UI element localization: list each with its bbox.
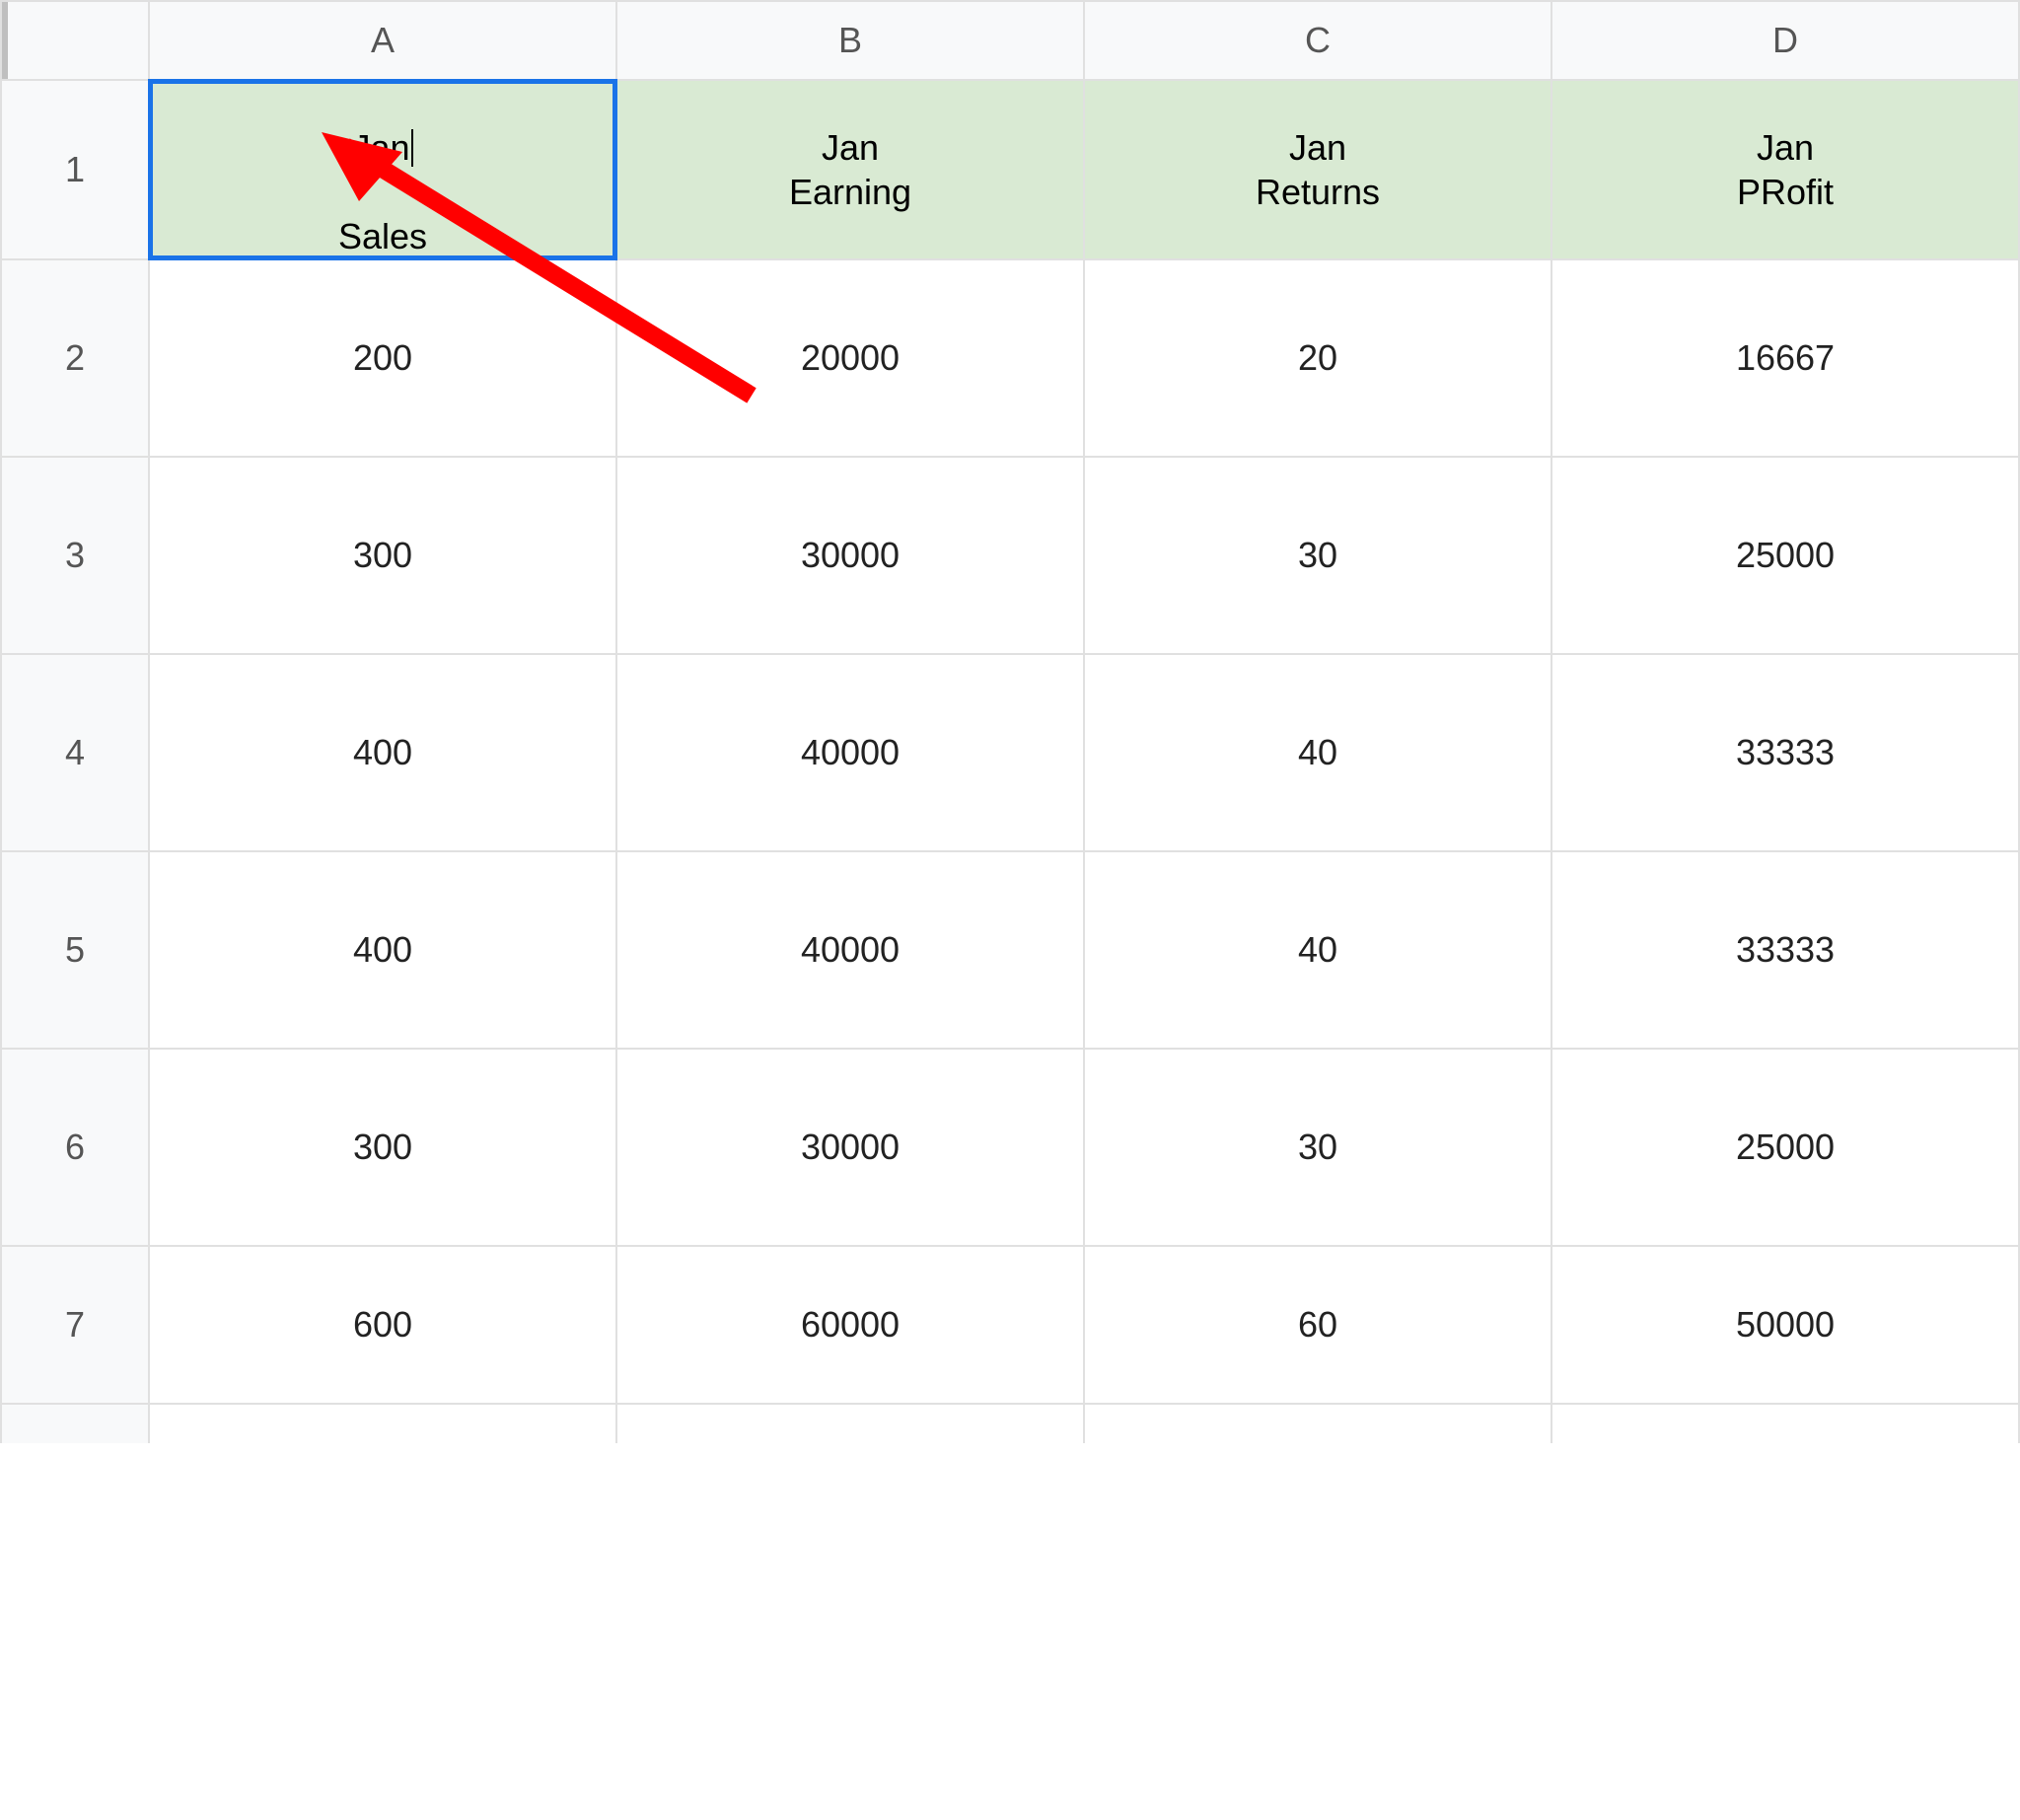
cell-A7[interactable]: 600	[149, 1246, 616, 1404]
cell-D6[interactable]: 25000	[1551, 1049, 2019, 1246]
cell-A5[interactable]: 400	[149, 851, 616, 1049]
cell-D8[interactable]	[1551, 1404, 2019, 1443]
cell-B3[interactable]: 30000	[616, 457, 1084, 654]
cell-C7[interactable]: 60	[1084, 1246, 1551, 1404]
cell-B1[interactable]: JanEarning	[616, 80, 1084, 259]
cell-C5[interactable]: 40	[1084, 851, 1551, 1049]
row-header-6[interactable]: 6	[1, 1049, 149, 1246]
cell-C6[interactable]: 30	[1084, 1049, 1551, 1246]
cell-D4[interactable]: 33333	[1551, 654, 2019, 851]
row-header-1[interactable]: 1	[1, 80, 149, 259]
row-header-5[interactable]: 5	[1, 851, 149, 1049]
cell-B8[interactable]	[616, 1404, 1084, 1443]
cell-B5[interactable]: 40000	[616, 851, 1084, 1049]
row-header-4[interactable]: 4	[1, 654, 149, 851]
cell-B2[interactable]: 20000	[616, 259, 1084, 457]
spreadsheet-grid[interactable]: A B C D 1 Jan Sales	[0, 0, 2020, 1443]
cell-C2[interactable]: 20	[1084, 259, 1551, 457]
cell-C1-text: JanReturns	[1085, 125, 1551, 214]
cell-C8[interactable]	[1084, 1404, 1551, 1443]
cell-D1[interactable]: JanPRofit	[1551, 80, 2019, 259]
cell-B7[interactable]: 60000	[616, 1246, 1084, 1404]
cell-D3[interactable]: 25000	[1551, 457, 2019, 654]
cell-D7[interactable]: 50000	[1551, 1246, 2019, 1404]
cell-D2[interactable]: 16667	[1551, 259, 2019, 457]
cell-C3[interactable]: 30	[1084, 457, 1551, 654]
column-header-A[interactable]: A	[149, 1, 616, 80]
cell-A1-text: Jan Sales	[338, 81, 427, 258]
cell-B4[interactable]: 40000	[616, 654, 1084, 851]
row-header-7[interactable]: 7	[1, 1246, 149, 1404]
cell-B6[interactable]: 30000	[616, 1049, 1084, 1246]
column-header-B[interactable]: B	[616, 1, 1084, 80]
row-header-3[interactable]: 3	[1, 457, 149, 654]
text-cursor	[411, 129, 413, 167]
cell-D5[interactable]: 33333	[1551, 851, 2019, 1049]
cell-B1-text: JanEarning	[617, 125, 1083, 214]
cell-A6[interactable]: 300	[149, 1049, 616, 1246]
select-all-corner[interactable]	[1, 1, 149, 80]
row-header-8[interactable]	[1, 1404, 149, 1443]
cell-C1[interactable]: JanReturns	[1084, 80, 1551, 259]
cell-D1-text: JanPRofit	[1552, 125, 2018, 214]
cell-A8[interactable]	[149, 1404, 616, 1443]
column-header-C[interactable]: C	[1084, 1, 1551, 80]
cell-A1[interactable]: Jan Sales	[149, 80, 616, 259]
cell-A3[interactable]: 300	[149, 457, 616, 654]
column-header-D[interactable]: D	[1551, 1, 2019, 80]
row-header-2[interactable]: 2	[1, 259, 149, 457]
cell-A4[interactable]: 400	[149, 654, 616, 851]
cell-A2[interactable]: 200	[149, 259, 616, 457]
cell-C4[interactable]: 40	[1084, 654, 1551, 851]
